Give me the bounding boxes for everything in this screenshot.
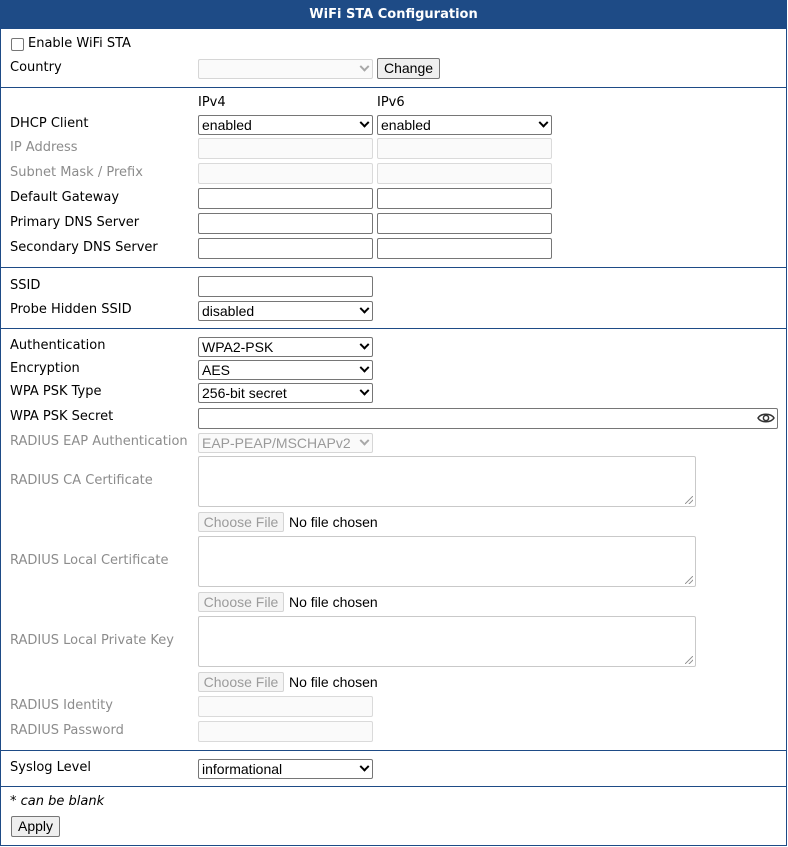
wpa-psk-type-label: WPA PSK Type bbox=[10, 384, 102, 399]
chevron-down-icon bbox=[359, 303, 370, 314]
resize-grip-icon[interactable] bbox=[685, 656, 693, 664]
radius-ca-cert-textarea[interactable] bbox=[198, 456, 696, 507]
apply-button[interactable]: Apply bbox=[11, 816, 60, 837]
change-country-button[interactable]: Change bbox=[377, 58, 440, 79]
resize-grip-icon[interactable] bbox=[685, 496, 693, 504]
prefix-ipv6-input[interactable] bbox=[377, 163, 552, 184]
chevron-down-icon bbox=[359, 117, 370, 128]
ip-address-ipv4-input[interactable] bbox=[198, 138, 373, 159]
radius-ca-cert-label: RADIUS CA Certificate bbox=[10, 473, 153, 488]
radius-eap-auth-label: RADIUS EAP Authentication bbox=[10, 434, 188, 449]
local-cert-choose-file-button[interactable]: Choose File bbox=[198, 592, 284, 612]
country-label: Country bbox=[10, 60, 62, 75]
dhcp-ipv4-value: enabled bbox=[202, 117, 252, 133]
resize-grip-icon[interactable] bbox=[685, 576, 693, 584]
chevron-down-icon bbox=[359, 435, 370, 446]
probe-hidden-ssid-value: disabled bbox=[202, 303, 255, 319]
secondary-dns-ipv6-input[interactable] bbox=[377, 238, 552, 259]
local-cert-file-status: No file chosen bbox=[289, 594, 378, 610]
wifi-sta-config-panel: WiFi STA Configuration Enable WiFi STA C… bbox=[0, 0, 787, 846]
probe-hidden-ssid-label: Probe Hidden SSID bbox=[10, 302, 132, 317]
radius-local-cert-textarea[interactable] bbox=[198, 536, 696, 587]
syslog-level-select[interactable]: informational bbox=[198, 759, 373, 779]
ca-cert-choose-file-button[interactable]: Choose File bbox=[198, 512, 284, 532]
eye-icon[interactable] bbox=[757, 411, 775, 425]
radius-local-cert-label: RADIUS Local Certificate bbox=[10, 553, 169, 568]
section-divider bbox=[1, 328, 786, 329]
authentication-select[interactable]: WPA2-PSK bbox=[198, 337, 373, 357]
dhcp-ipv4-select[interactable]: enabled bbox=[198, 115, 373, 135]
wpa-psk-type-select[interactable]: 256-bit secret bbox=[198, 383, 373, 403]
radius-password-label: RADIUS Password bbox=[10, 723, 124, 738]
private-key-choose-file-button[interactable]: Choose File bbox=[198, 672, 284, 692]
secondary-dns-ipv4-input[interactable] bbox=[198, 238, 373, 259]
radius-password-input[interactable] bbox=[198, 721, 373, 742]
radius-eap-auth-select[interactable]: EAP-PEAP/MSCHAPv2 bbox=[198, 433, 373, 453]
wpa-psk-secret-label: WPA PSK Secret bbox=[10, 409, 114, 424]
enable-wifi-sta-checkbox[interactable] bbox=[11, 38, 24, 51]
default-gateway-label: Default Gateway bbox=[10, 190, 120, 205]
ipv6-column-header: IPv6 bbox=[377, 95, 405, 110]
panel-title: WiFi STA Configuration bbox=[1, 1, 786, 29]
chevron-down-icon bbox=[359, 385, 370, 396]
primary-dns-ipv6-input[interactable] bbox=[377, 213, 552, 234]
section-divider bbox=[1, 750, 786, 751]
primary-dns-ipv4-input[interactable] bbox=[198, 213, 373, 234]
subnet-mask-label: Subnet Mask / Prefix bbox=[10, 165, 143, 180]
chevron-down-icon bbox=[359, 61, 370, 72]
radius-identity-input[interactable] bbox=[198, 696, 373, 717]
syslog-level-label: Syslog Level bbox=[10, 760, 91, 775]
subnet-ipv4-input[interactable] bbox=[198, 163, 373, 184]
country-select[interactable] bbox=[198, 59, 373, 79]
radius-private-key-textarea[interactable] bbox=[198, 616, 696, 667]
blank-fields-note: * can be blank bbox=[10, 794, 105, 809]
radius-eap-auth-value: EAP-PEAP/MSCHAPv2 bbox=[202, 435, 351, 451]
enable-wifi-sta-label: Enable WiFi STA bbox=[28, 36, 131, 51]
section-divider bbox=[1, 87, 786, 88]
dhcp-client-label: DHCP Client bbox=[10, 116, 89, 131]
dhcp-ipv6-value: enabled bbox=[381, 117, 431, 133]
authentication-value: WPA2-PSK bbox=[202, 339, 274, 355]
gateway-ipv6-input[interactable] bbox=[377, 188, 552, 209]
dhcp-ipv6-select[interactable]: enabled bbox=[377, 115, 552, 135]
chevron-down-icon bbox=[538, 117, 549, 128]
ipv4-column-header: IPv4 bbox=[198, 95, 226, 110]
gateway-ipv4-input[interactable] bbox=[198, 188, 373, 209]
ip-address-label: IP Address bbox=[10, 140, 78, 155]
radius-identity-label: RADIUS Identity bbox=[10, 698, 113, 713]
ssid-input[interactable] bbox=[198, 276, 373, 297]
ip-address-ipv6-input[interactable] bbox=[377, 138, 552, 159]
ca-cert-file-status: No file chosen bbox=[289, 514, 378, 530]
encryption-value: AES bbox=[202, 362, 231, 378]
encryption-label: Encryption bbox=[10, 361, 80, 376]
secondary-dns-label: Secondary DNS Server bbox=[10, 240, 158, 255]
authentication-label: Authentication bbox=[10, 338, 106, 353]
chevron-down-icon bbox=[359, 339, 370, 350]
section-divider bbox=[1, 267, 786, 268]
chevron-down-icon bbox=[359, 761, 370, 772]
syslog-level-value: informational bbox=[202, 761, 283, 777]
private-key-file-status: No file chosen bbox=[289, 674, 378, 690]
ssid-label: SSID bbox=[10, 278, 41, 293]
primary-dns-label: Primary DNS Server bbox=[10, 215, 140, 230]
radius-private-key-label: RADIUS Local Private Key bbox=[10, 633, 174, 648]
chevron-down-icon bbox=[359, 362, 370, 373]
wpa-psk-type-value: 256-bit secret bbox=[202, 385, 287, 401]
probe-hidden-ssid-select[interactable]: disabled bbox=[198, 301, 373, 321]
wpa-psk-secret-input[interactable] bbox=[198, 408, 778, 429]
encryption-select[interactable]: AES bbox=[198, 360, 373, 380]
section-divider bbox=[1, 786, 786, 787]
